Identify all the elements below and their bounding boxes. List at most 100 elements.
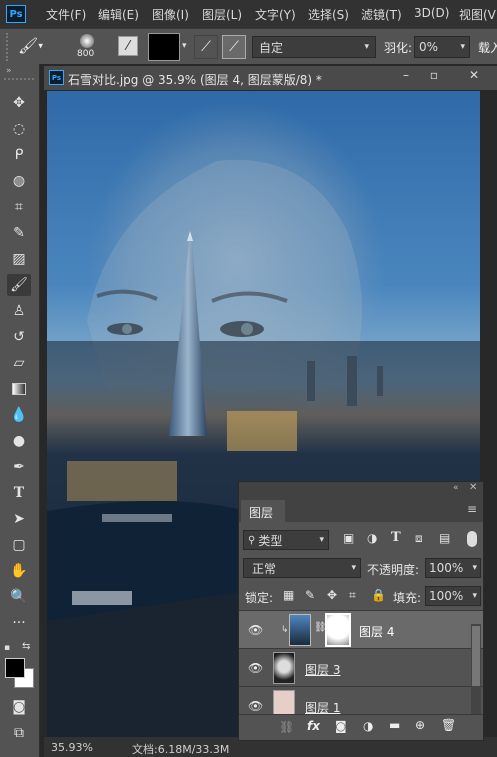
maximize-icon[interactable]: ▫ [424, 68, 444, 86]
visibility-eye-icon[interactable]: 👁 [248, 661, 263, 675]
layer-name[interactable]: 图层 1 [305, 699, 340, 714]
filter-adjustment-icon[interactable]: ◑ [367, 531, 377, 545]
move-tool-icon[interactable]: ✥ [7, 92, 31, 114]
menu-image[interactable]: 图像(I) [152, 6, 189, 23]
filter-pixel-icon[interactable]: ▣ [343, 531, 354, 545]
fill-input[interactable]: 100% ▾ [425, 586, 481, 606]
chevron-down-icon: ▾ [364, 42, 369, 52]
menu-type[interactable]: 文字(Y) [255, 6, 296, 23]
lock-all-icon[interactable]: 🔒 [371, 588, 386, 602]
new-layer-icon[interactable]: ⊕ [415, 718, 425, 732]
options-bar: 🖌▾ 800 ⁄ ▾ ⟋ ⟋ 自定 ▾ 羽化: 0% ▾ 载入 [0, 28, 497, 64]
menu-view[interactable]: 视图(V) [459, 6, 497, 23]
filter-smart-object-icon[interactable]: ▤ [439, 531, 450, 545]
layer-row-3[interactable]: 👁 图层 3 [239, 648, 483, 686]
close-icon[interactable]: ✕ [464, 68, 484, 86]
add-mask-icon[interactable]: ◙ [335, 719, 347, 733]
document-title: 石雪对比.jpg @ 35.9% (图层 4, 图层蒙版/8) * [68, 73, 322, 87]
shape-tool-icon[interactable]: ▢ [7, 534, 31, 556]
chevron-down-icon[interactable]: ▾ [182, 41, 187, 51]
brush-tool-icon[interactable]: 🖌 [7, 274, 31, 296]
chevron-down-icon: ▾ [472, 563, 477, 573]
document-tab[interactable]: Ps 石雪对比.jpg @ 35.9% (图层 4, 图层蒙版/8) * – ▫… [44, 66, 497, 90]
eraser-tool-icon[interactable]: ▱ [7, 352, 31, 374]
history-brush-mode-icon[interactable]: ⟋ [194, 35, 218, 59]
lock-image-icon[interactable]: ✎ [305, 588, 315, 602]
quick-mask-icon[interactable]: ◙ [7, 696, 31, 718]
blend-mode-select[interactable]: 正常 ▾ [243, 558, 361, 578]
blur-tool-icon[interactable]: 💧 [7, 404, 31, 426]
chevron-down-icon: ▾ [319, 535, 324, 545]
minimize-icon[interactable]: – [396, 68, 416, 86]
panel-menu-icon[interactable]: ≡ [467, 502, 477, 516]
more-tools-icon[interactable]: ··· [7, 612, 31, 634]
zoom-tool-icon[interactable]: 🔍 [7, 586, 31, 608]
menu-select[interactable]: 选择(S) [308, 6, 349, 23]
new-group-icon[interactable]: ▬ [389, 718, 400, 732]
collapse-icon[interactable]: » [6, 66, 12, 76]
marquee-tool-icon[interactable]: ◌ [7, 118, 31, 140]
brush-size-value: 800 [77, 49, 95, 59]
close-panel-icon[interactable]: ✕ [469, 482, 477, 493]
brush-panel-toggle-icon[interactable]: ⁄ [118, 36, 138, 56]
filter-type-icon[interactable]: T [391, 530, 401, 545]
tab-layers[interactable]: 图层 [241, 500, 285, 522]
zoom-level[interactable]: 35.93% [51, 741, 93, 754]
menu-file[interactable]: 文件(F) [46, 6, 86, 23]
brush-preset-picker[interactable]: 🖌▾ [18, 36, 54, 58]
brush-size-picker[interactable]: 800 [72, 32, 102, 62]
hand-tool-icon[interactable]: ✋ [7, 560, 31, 582]
trash-icon[interactable]: 🗑 [441, 718, 456, 732]
collapse-icon[interactable]: « [453, 483, 459, 493]
lock-transparent-icon[interactable]: ▦ [283, 588, 294, 602]
gradient-preview-swatch[interactable] [148, 33, 180, 61]
layer-filter-select[interactable]: ⚲ 类型 ▾ [243, 530, 329, 550]
opacity-label: 不透明度: [367, 563, 420, 577]
quick-select-tool-icon[interactable]: ◍ [7, 170, 31, 192]
pen-tool-icon[interactable]: ✒ [7, 456, 31, 478]
brush-tip-icon [80, 34, 94, 48]
layers-scrollbar[interactable] [471, 624, 481, 714]
lasso-tool-icon[interactable]: ᑭ [7, 144, 31, 166]
menu-3d[interactable]: 3D(D) [414, 6, 449, 20]
feather-input[interactable]: 0% ▾ [414, 36, 470, 58]
airbrush-mode-icon[interactable]: ⟋ [222, 35, 246, 59]
crop-tool-icon[interactable]: ⌗ [7, 196, 31, 218]
history-brush-tool-icon[interactable]: ↺ [7, 326, 31, 348]
clone-stamp-tool-icon[interactable]: ♙ [7, 300, 31, 322]
visibility-eye-icon[interactable]: 👁 [248, 699, 263, 713]
layer-thumbnail [289, 614, 311, 646]
adjustment-layer-icon[interactable]: ◑ [363, 719, 373, 733]
path-select-tool-icon[interactable]: ➤ [7, 508, 31, 530]
eyedropper-tool-icon[interactable]: ✎ [7, 222, 31, 244]
layer-row-1[interactable]: 👁 图层 1 [239, 686, 483, 714]
layer-style-icon[interactable]: fx [307, 719, 320, 733]
filter-shape-icon[interactable]: ⧈ [415, 531, 423, 546]
fill-value: 100% [429, 589, 464, 603]
visibility-eye-icon[interactable]: 👁 [248, 623, 263, 637]
lock-position-icon[interactable]: ✥ [327, 588, 337, 602]
scrollbar-thumb[interactable] [472, 626, 480, 686]
menu-filter[interactable]: 滤镜(T) [361, 6, 402, 23]
mode-select[interactable]: 自定 ▾ [252, 36, 376, 58]
layer-name[interactable]: 图层 3 [305, 661, 340, 678]
layer-row-4[interactable]: 👁 ↳ ⛓ 图层 4 [239, 610, 483, 648]
clipping-arrow-icon: ↳ [281, 625, 289, 635]
layer-mask-thumbnail[interactable] [325, 613, 351, 647]
type-tool-icon[interactable]: T [7, 482, 31, 504]
menu-layer[interactable]: 图层(L) [202, 6, 242, 23]
lock-artboard-icon[interactable]: ⌗ [349, 588, 356, 603]
swap-colors-icon[interactable]: ⇆ [22, 641, 30, 652]
filter-toggle-icon[interactable] [467, 531, 477, 547]
document-size-info[interactable]: 文档:6.18M/33.3M [132, 741, 229, 757]
default-colors-icon[interactable]: ▪ [4, 643, 10, 653]
healing-brush-tool-icon[interactable]: ▨ [7, 248, 31, 270]
foreground-color-swatch[interactable] [5, 658, 25, 678]
screen-mode-icon[interactable]: ⧉ [7, 722, 31, 744]
link-layers-icon[interactable]: ⛓ [279, 720, 294, 734]
dodge-tool-icon[interactable]: ● [7, 430, 31, 452]
menu-edit[interactable]: 编辑(E) [98, 6, 139, 23]
opacity-input[interactable]: 100% ▾ [425, 558, 481, 578]
layer-name[interactable]: 图层 4 [359, 623, 394, 640]
gradient-tool-icon[interactable] [7, 378, 31, 400]
